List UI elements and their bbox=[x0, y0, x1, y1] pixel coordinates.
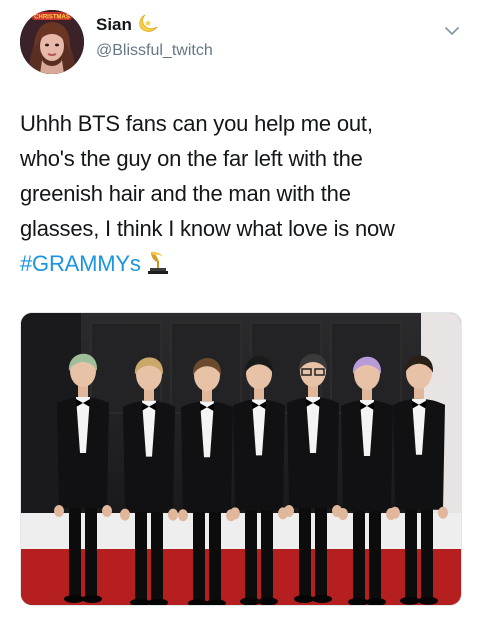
crescent-moon-emoji-icon bbox=[139, 14, 158, 32]
user-handle[interactable]: @Blissful_twitch bbox=[96, 42, 213, 60]
tweet-text-line: greenish hair and the man with the bbox=[20, 181, 351, 206]
grammy-trophy-icon bbox=[147, 251, 168, 274]
chevron-down-icon[interactable] bbox=[443, 24, 461, 38]
avatar[interactable]: CHRISTMAS bbox=[20, 10, 84, 74]
tweet-text: Uhhh BTS fans can you help me out, who's… bbox=[20, 106, 470, 281]
tweet-text-line: glasses, I think I know what love is now bbox=[20, 216, 395, 241]
hashtag-link[interactable]: #GRAMMYs bbox=[20, 251, 141, 276]
tweet-card: CHRISTMAS Sian @Blissful_twitch Uhhh BTS… bbox=[0, 0, 480, 619]
display-name[interactable]: Sian bbox=[96, 15, 132, 35]
tweet-text-line: Uhhh BTS fans can you help me out, bbox=[20, 111, 373, 136]
tweet-hashtag-line: #GRAMMYs bbox=[20, 246, 470, 281]
tweet-text-line: who's the guy on the far left with the bbox=[20, 146, 363, 171]
tweet-photo[interactable] bbox=[20, 312, 462, 606]
avatar-badge-text: CHRISTMAS bbox=[34, 15, 70, 21]
